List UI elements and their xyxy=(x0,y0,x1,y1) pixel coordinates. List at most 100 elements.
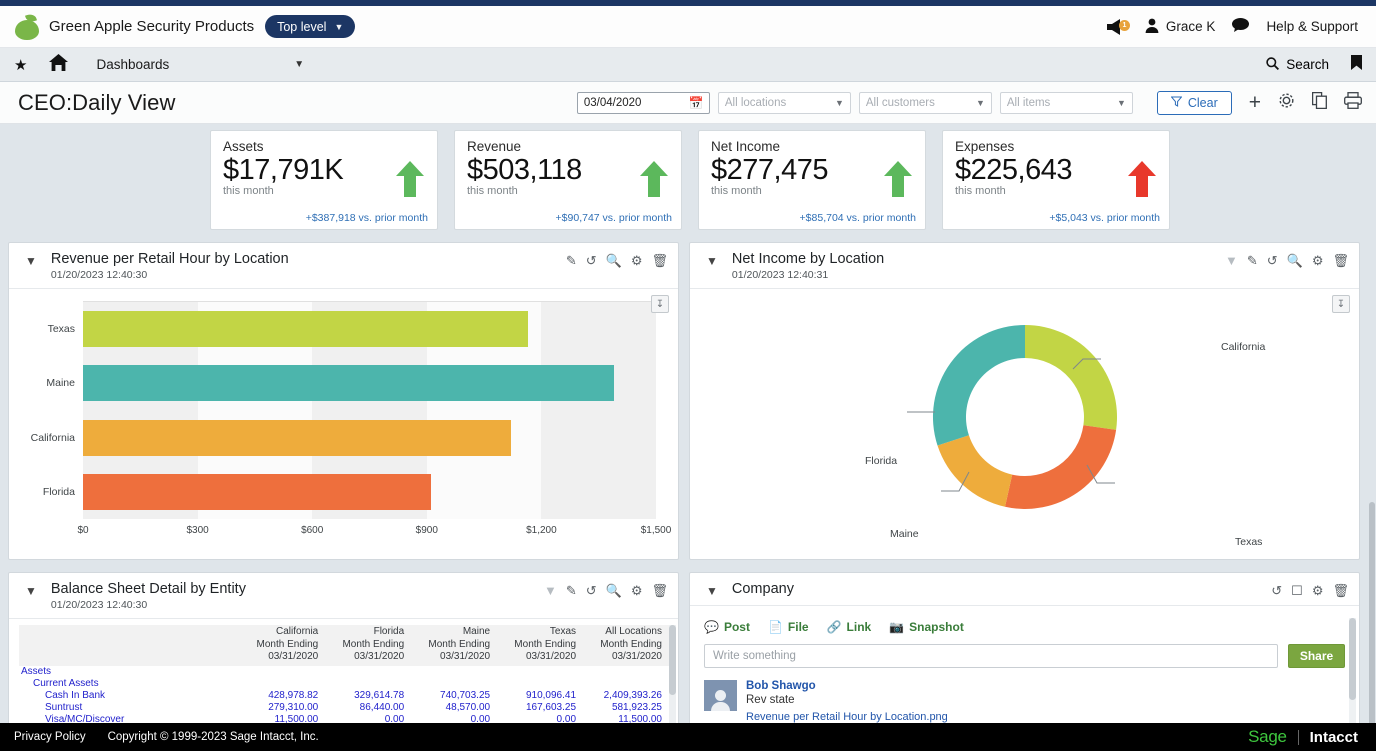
post-input[interactable]: Write something xyxy=(704,644,1278,668)
cell[interactable]: 167,603.25 xyxy=(498,702,584,714)
cell[interactable]: 0.00 xyxy=(412,714,498,724)
col-sub1: Month Ending xyxy=(586,639,662,652)
locations-filter-select[interactable]: All locations ▼ xyxy=(718,92,851,114)
magnifier-icon[interactable]: 🔍 xyxy=(1287,254,1303,267)
collapse-chevron-icon[interactable]: ▼ xyxy=(706,254,718,268)
cell[interactable]: 2,409,393.26 xyxy=(584,690,670,702)
gear-icon[interactable]: ⚙ xyxy=(631,584,643,597)
funnel-icon[interactable]: ▼ xyxy=(1225,254,1238,267)
clear-filters-button[interactable]: Clear xyxy=(1157,91,1232,115)
announcements-button[interactable]: 1 xyxy=(1106,18,1128,36)
trash-icon[interactable]: 🗑 xyxy=(651,254,668,267)
gear-icon[interactable] xyxy=(1278,92,1295,114)
dashboard-scrollbar[interactable] xyxy=(1369,254,1375,693)
search-button[interactable]: Search xyxy=(1266,57,1329,73)
cell[interactable]: 428,978.82 xyxy=(240,690,326,702)
row-label[interactable]: Cash In Bank xyxy=(19,690,240,702)
items-filter-select[interactable]: All items ▼ xyxy=(1000,92,1133,114)
gear-icon[interactable]: ⚙ xyxy=(1312,584,1324,597)
cell[interactable]: 329,614.78 xyxy=(326,690,412,702)
bar-texas[interactable] xyxy=(83,311,528,347)
kpi-card[interactable]: Assets $17,791K this month +$387,918 vs.… xyxy=(210,130,438,230)
bar-california[interactable] xyxy=(83,420,511,456)
bar-florida[interactable] xyxy=(83,474,431,510)
refresh-icon[interactable]: ↺ xyxy=(586,254,597,267)
cell[interactable]: 0.00 xyxy=(498,714,584,724)
post-attachment-link[interactable]: Revenue per Retail Hour by Location.png xyxy=(746,711,948,723)
feed-scrollbar[interactable] xyxy=(1349,618,1356,723)
funnel-icon[interactable]: ▼ xyxy=(544,584,557,597)
privacy-policy-link[interactable]: Privacy Policy xyxy=(14,731,86,743)
star-icon[interactable]: ★ xyxy=(14,56,27,74)
cell[interactable]: 581,923.25 xyxy=(584,702,670,714)
pencil-icon[interactable]: ✎ xyxy=(566,254,577,267)
cell[interactable]: 11,500.00 xyxy=(584,714,670,724)
kpi-delta: +$85,704 vs. prior month xyxy=(800,212,916,224)
cell[interactable]: 279,310.00 xyxy=(240,702,326,714)
printer-icon[interactable] xyxy=(1344,92,1362,114)
post-author[interactable]: Bob Shawgo xyxy=(746,680,948,692)
cell[interactable]: 910,096.41 xyxy=(498,690,584,702)
refresh-icon[interactable]: ↺ xyxy=(1267,254,1278,267)
refresh-icon[interactable]: ↺ xyxy=(1271,584,1282,597)
cell[interactable]: 0.00 xyxy=(326,714,412,724)
col-texas: Texas Month Ending 03/31/2020 xyxy=(498,625,584,666)
user-menu[interactable]: Grace K xyxy=(1145,18,1216,36)
donut-slice-maine[interactable] xyxy=(937,435,1012,507)
date-filter-input[interactable]: 03/04/2020 📅 xyxy=(577,92,710,114)
plus-icon[interactable]: + xyxy=(1249,91,1261,115)
kpi-card[interactable]: Net Income $277,475 this month +$85,704 … xyxy=(698,130,926,230)
kpi-card[interactable]: Expenses $225,643 this month +$5,043 vs.… xyxy=(942,130,1170,230)
trash-icon[interactable]: 🗑 xyxy=(1332,254,1349,267)
download-icon[interactable]: ↧ xyxy=(1332,295,1350,313)
bar-maine[interactable] xyxy=(83,365,614,401)
sidebar-item-dashboards[interactable]: Dashboards ▼ xyxy=(96,57,304,72)
tab-post[interactable]: 💬 Post xyxy=(704,620,750,634)
customers-filter-select[interactable]: All customers ▼ xyxy=(859,92,992,114)
refresh-icon[interactable]: ↺ xyxy=(586,584,597,597)
kpi-label: Assets xyxy=(223,139,427,154)
top-level-selector[interactable]: Top level ▼ xyxy=(265,15,355,38)
row-label[interactable]: Visa/MC/Discover xyxy=(19,714,240,724)
tab-link[interactable]: 🔗 Link xyxy=(827,620,872,634)
trash-icon[interactable]: 🗑 xyxy=(651,584,668,597)
gear-icon[interactable]: ⚙ xyxy=(1312,254,1324,267)
cell[interactable]: 86,440.00 xyxy=(326,702,412,714)
donut-slice-california[interactable] xyxy=(1025,325,1117,430)
panel-title: Net Income by Location xyxy=(732,251,884,267)
magnifier-icon[interactable]: 🔍 xyxy=(606,254,622,267)
cell[interactable]: 740,703.25 xyxy=(412,690,498,702)
share-button[interactable]: Share xyxy=(1288,644,1345,668)
cell[interactable]: 11,500.00 xyxy=(240,714,326,724)
calendar-icon[interactable]: 📅 xyxy=(689,96,704,110)
download-icon[interactable]: ↧ xyxy=(651,295,669,313)
copy-icon[interactable] xyxy=(1312,92,1327,114)
trash-icon[interactable]: 🗑 xyxy=(1332,584,1349,597)
chat-button[interactable] xyxy=(1232,18,1249,35)
table-scrollbar[interactable] xyxy=(669,625,676,723)
company-name: Green Apple Security Products xyxy=(49,18,254,35)
x-tick: $1,500 xyxy=(641,525,672,536)
pencil-icon[interactable]: ✎ xyxy=(566,584,577,597)
magnifier-icon[interactable]: 🔍 xyxy=(606,584,622,597)
collapse-chevron-icon[interactable]: ▼ xyxy=(25,584,37,598)
kpi-card[interactable]: Revenue $503,118 this month +$90,747 vs.… xyxy=(454,130,682,230)
collapse-chevron-icon[interactable]: ▼ xyxy=(706,584,718,598)
cell[interactable]: 48,570.00 xyxy=(412,702,498,714)
home-icon[interactable] xyxy=(49,54,68,76)
chevron-down-icon: ▼ xyxy=(334,22,343,32)
donut-slice-florida[interactable] xyxy=(932,325,1024,446)
donut-slice-texas[interactable] xyxy=(1005,425,1116,509)
popout-icon[interactable]: ☐ xyxy=(1291,584,1303,597)
row-label[interactable]: Suntrust xyxy=(19,702,240,714)
bookmark-icon[interactable] xyxy=(1351,55,1362,74)
cell xyxy=(412,678,498,690)
pencil-icon[interactable]: ✎ xyxy=(1247,254,1258,267)
help-support-link[interactable]: Help & Support xyxy=(1266,19,1358,34)
panel-body: ↧ Texas Maine xyxy=(9,288,678,559)
collapse-chevron-icon[interactable]: ▼ xyxy=(25,254,37,268)
tab-file[interactable]: 📄 File xyxy=(768,620,809,634)
tab-snapshot[interactable]: 📷 Snapshot xyxy=(889,620,964,634)
bar-item: Maine xyxy=(83,365,656,401)
gear-icon[interactable]: ⚙ xyxy=(631,254,643,267)
